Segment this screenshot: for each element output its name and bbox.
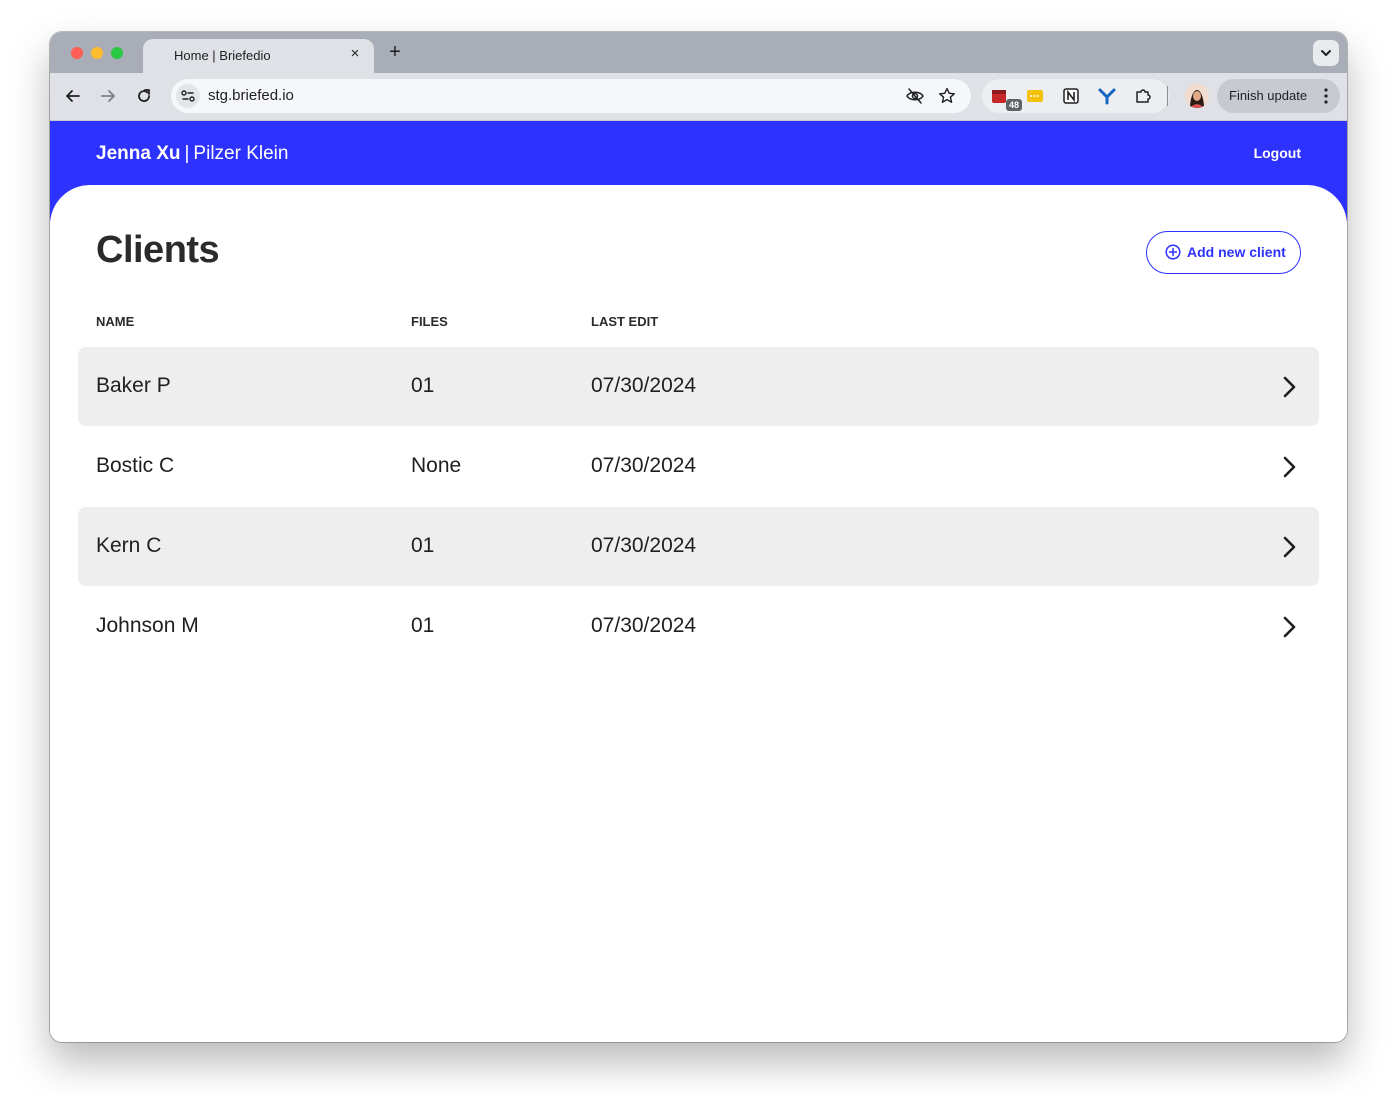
eye-off-icon[interactable] bbox=[905, 86, 925, 106]
tab-strip: Home | Briefedio × + bbox=[50, 32, 1347, 73]
url-text: stg.briefed.io bbox=[208, 87, 294, 104]
site-info-icon[interactable] bbox=[176, 84, 200, 108]
client-name: Baker P bbox=[96, 374, 171, 397]
chevron-right-icon[interactable] bbox=[1279, 455, 1299, 479]
extension-badge: 48 bbox=[1006, 99, 1023, 111]
maximize-window-button[interactable] bbox=[111, 47, 123, 59]
logout-link[interactable]: Logout bbox=[1254, 145, 1301, 161]
y-extension-icon[interactable] bbox=[1097, 86, 1117, 106]
main-content: Clients Add new client NAME FILES LAST E… bbox=[50, 185, 1347, 1042]
notes-extension-icon[interactable] bbox=[1025, 86, 1045, 106]
more-vertical-icon bbox=[1324, 88, 1328, 104]
bookmark-star-icon[interactable] bbox=[937, 86, 957, 106]
profile-avatar[interactable] bbox=[1185, 84, 1209, 108]
user-name: Jenna Xu bbox=[96, 143, 181, 164]
tab-close-icon[interactable]: × bbox=[346, 45, 364, 63]
chevron-right-icon[interactable] bbox=[1279, 535, 1299, 559]
user-org-label: Jenna Xu | Pilzer Klein bbox=[96, 143, 288, 165]
client-last-edit: 07/30/2024 bbox=[591, 454, 697, 477]
header-separator: | bbox=[184, 143, 190, 164]
finish-update-label: Finish update bbox=[1229, 88, 1308, 103]
finish-update-button[interactable]: Finish update bbox=[1217, 79, 1340, 113]
add-new-client-button[interactable]: Add new client bbox=[1146, 231, 1301, 274]
browser-window: Home | Briefedio × + stg.briefed.io 48 F… bbox=[50, 32, 1347, 1042]
calendar-extension-icon[interactable]: 48 bbox=[990, 86, 1023, 111]
table-row[interactable]: Baker P 01 07/30/2024 bbox=[78, 347, 1319, 426]
client-files: None bbox=[411, 454, 462, 477]
forward-arrow-icon[interactable] bbox=[97, 85, 119, 107]
reload-icon[interactable] bbox=[133, 85, 155, 107]
add-new-client-label: Add new client bbox=[1187, 244, 1286, 260]
notion-extension-icon[interactable] bbox=[1061, 86, 1081, 106]
toolbar-divider bbox=[1167, 86, 1168, 106]
column-header-name: NAME bbox=[96, 314, 135, 329]
org-name: Pilzer Klein bbox=[193, 143, 289, 164]
table-row[interactable]: Kern C 01 07/30/2024 bbox=[78, 507, 1319, 586]
column-header-last-edit: LAST EDIT bbox=[591, 314, 659, 329]
tab-search-button[interactable] bbox=[1313, 40, 1339, 66]
minimize-window-button[interactable] bbox=[91, 47, 103, 59]
browser-toolbar: stg.briefed.io 48 Finish update bbox=[50, 73, 1347, 121]
chevron-right-icon[interactable] bbox=[1279, 615, 1299, 639]
address-bar[interactable]: stg.briefed.io bbox=[171, 79, 971, 113]
table-row[interactable]: Johnson M 01 07/30/2024 bbox=[78, 587, 1319, 666]
chevron-right-icon[interactable] bbox=[1279, 375, 1299, 399]
back-arrow-icon[interactable] bbox=[62, 85, 84, 107]
client-name: Bostic C bbox=[96, 454, 175, 477]
client-name: Johnson M bbox=[96, 614, 199, 637]
client-last-edit: 07/30/2024 bbox=[591, 374, 697, 397]
client-files: 01 bbox=[411, 534, 435, 557]
puzzle-extensions-icon[interactable] bbox=[1133, 86, 1153, 106]
client-name: Kern C bbox=[96, 534, 162, 557]
table-row[interactable]: Bostic C None 07/30/2024 bbox=[78, 427, 1319, 506]
page-title: Clients bbox=[96, 229, 220, 271]
plus-circle-icon bbox=[1165, 244, 1181, 260]
tab-home[interactable]: Home | Briefedio × bbox=[143, 39, 374, 73]
close-window-button[interactable] bbox=[71, 47, 83, 59]
client-last-edit: 07/30/2024 bbox=[591, 534, 697, 557]
column-header-files: FILES bbox=[411, 314, 448, 329]
extensions-group: 48 bbox=[982, 79, 1169, 113]
chevron-down-icon bbox=[1321, 50, 1331, 56]
tab-title: Home | Briefedio bbox=[174, 48, 271, 63]
client-files: 01 bbox=[411, 374, 435, 397]
client-files: 01 bbox=[411, 614, 435, 637]
client-last-edit: 07/30/2024 bbox=[591, 614, 697, 637]
new-tab-button[interactable]: + bbox=[385, 41, 405, 63]
